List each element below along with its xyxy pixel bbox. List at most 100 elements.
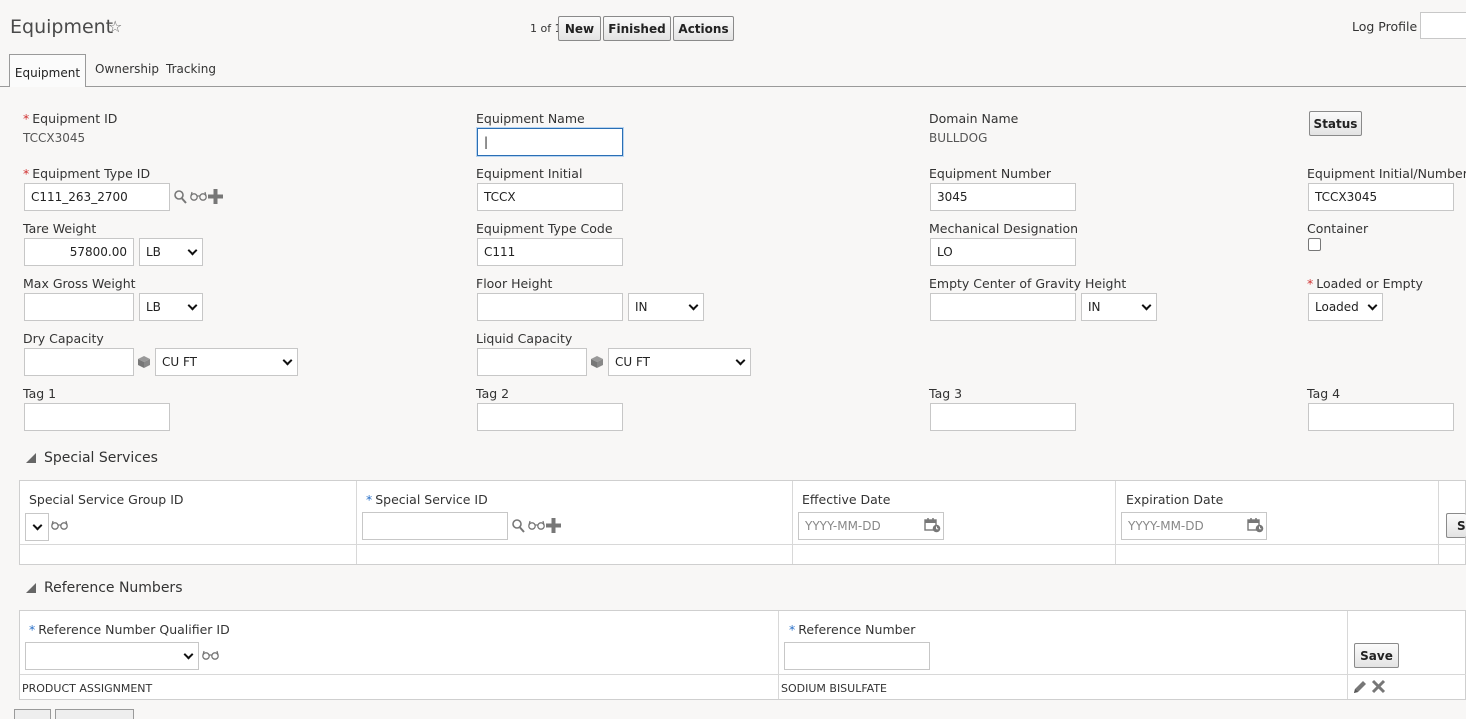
favorite-star-icon[interactable]: ☆ <box>108 17 122 36</box>
floor-height-unit-select[interactable]: IN <box>628 293 704 321</box>
max-gross-weight-label: Max Gross Weight <box>23 276 136 291</box>
liquid-capacity-input[interactable] <box>477 348 587 376</box>
cube-icon <box>137 355 151 372</box>
actions-button[interactable]: Actions <box>673 16 734 41</box>
col-effective-date: Effective Date <box>802 492 891 507</box>
reference-qualifier-select[interactable] <box>25 642 199 670</box>
status-button[interactable]: Status <box>1309 111 1362 136</box>
chevron-down-icon <box>688 300 699 310</box>
reference-numbers-toggle[interactable]: Reference Numbers <box>26 580 182 596</box>
view-glasses-icon[interactable] <box>51 519 68 534</box>
grid-divider <box>1347 611 1348 699</box>
equipment-type-code-input[interactable]: C111 <box>477 238 623 266</box>
search-icon[interactable] <box>174 190 187 207</box>
reference-number-input[interactable] <box>784 642 930 670</box>
grid-divider <box>792 481 793 564</box>
dry-capacity-unit-value: CU FT <box>162 355 197 369</box>
loaded-or-empty-value: Loaded <box>1315 300 1359 314</box>
reference-row-number: SODIUM BISULFATE <box>781 682 888 695</box>
max-gross-weight-unit-select[interactable]: LB <box>139 293 203 321</box>
max-gross-weight-unit-value: LB <box>146 300 161 314</box>
calendar-icon[interactable] <box>924 517 941 536</box>
dry-capacity-input[interactable] <box>24 348 134 376</box>
search-icon[interactable] <box>512 519 525 536</box>
tab-ownership[interactable]: Ownership <box>95 62 159 76</box>
collapse-triangle-icon <box>26 583 36 593</box>
col-reference-number-qualifier-id: * Reference Number Qualifier ID <box>29 622 230 637</box>
container-checkbox[interactable] <box>1308 238 1321 251</box>
tab-tracking[interactable]: Tracking <box>166 62 216 76</box>
reference-numbers-save-button[interactable]: Save <box>1354 643 1399 668</box>
dry-capacity-unit-select[interactable]: CU FT <box>155 348 298 376</box>
tare-weight-input[interactable]: 57800.00 <box>24 238 134 266</box>
chevron-down-icon <box>1367 300 1378 310</box>
cube-icon <box>590 355 604 372</box>
record-pager: 1 of 1 <box>530 22 562 35</box>
liquid-capacity-unit-value: CU FT <box>615 355 650 369</box>
log-profile-label: Log Profile <box>1352 19 1418 34</box>
grid-divider <box>20 674 1466 675</box>
special-service-id-input[interactable] <box>362 512 508 540</box>
tag4-label: Tag 4 <box>1307 386 1341 401</box>
max-gross-weight-input[interactable] <box>24 293 134 321</box>
special-service-group-select[interactable] <box>25 513 49 541</box>
floor-height-unit-value: IN <box>635 300 648 314</box>
special-services-save-button[interactable]: Sa <box>1446 513 1466 538</box>
floor-height-input[interactable] <box>477 293 623 321</box>
loaded-or-empty-select[interactable]: Loaded <box>1308 293 1383 321</box>
grid-divider <box>20 544 1466 545</box>
tag2-input[interactable] <box>477 403 623 431</box>
col-reference-number: * Reference Number <box>789 622 916 637</box>
edit-pencil-icon[interactable] <box>1352 679 1368 698</box>
equipment-initial-input[interactable]: TCCX <box>477 183 623 211</box>
tag1-label: Tag 1 <box>23 386 57 401</box>
view-glasses-icon[interactable] <box>202 649 219 664</box>
equipment-type-id-input[interactable]: C111_263_2700 <box>24 183 170 211</box>
tag1-input[interactable] <box>24 403 170 431</box>
tag2-label: Tag 2 <box>476 386 510 401</box>
tare-weight-unit-select[interactable]: LB <box>139 238 203 266</box>
effective-date-input[interactable]: YYYY-MM-DD <box>798 512 944 540</box>
mechanical-designation-input[interactable]: LO <box>930 238 1076 266</box>
new-button[interactable]: New <box>558 16 601 41</box>
equipment-number-label: Equipment Number <box>929 166 1052 181</box>
finished-button[interactable]: Finished <box>603 16 671 41</box>
add-icon[interactable] <box>208 189 223 207</box>
equipment-id-value: TCCX3045 <box>23 131 86 145</box>
view-glasses-icon[interactable] <box>528 519 545 534</box>
liquid-capacity-label: Liquid Capacity <box>476 331 573 346</box>
view-glasses-icon[interactable] <box>190 190 207 205</box>
tag3-input[interactable] <box>930 403 1076 431</box>
tag4-input[interactable] <box>1308 403 1454 431</box>
grid-divider <box>778 611 779 699</box>
equipment-name-input[interactable]: | <box>477 128 623 156</box>
equipment-type-id-label: * Equipment Type ID <box>23 166 151 181</box>
liquid-capacity-unit-select[interactable]: CU FT <box>608 348 751 376</box>
empty-cog-height-input[interactable] <box>930 293 1076 321</box>
bottom-button-partial[interactable] <box>55 709 134 719</box>
col-special-service-id: * Special Service ID <box>366 492 488 507</box>
effective-date-placeholder: YYYY-MM-DD <box>805 519 881 533</box>
delete-x-icon[interactable] <box>1371 679 1386 697</box>
domain-name-value: BULLDOG <box>929 131 988 145</box>
dry-capacity-label: Dry Capacity <box>23 331 104 346</box>
col-expiration-date: Expiration Date <box>1126 492 1224 507</box>
tab-equipment[interactable]: Equipment <box>9 54 86 87</box>
expiration-date-input[interactable]: YYYY-MM-DD <box>1121 512 1267 540</box>
special-services-toggle[interactable]: Special Services <box>26 450 158 466</box>
collapse-triangle-icon <box>26 453 36 463</box>
log-profile-input[interactable] <box>1420 12 1466 39</box>
chevron-down-icon <box>735 355 746 365</box>
reference-numbers-grid <box>19 610 1466 700</box>
chevron-down-icon <box>1141 300 1152 310</box>
equipment-number-input[interactable]: 3045 <box>930 183 1076 211</box>
tag3-label: Tag 3 <box>929 386 963 401</box>
grid-divider <box>1438 481 1439 564</box>
col-special-service-group-id: Special Service Group ID <box>29 492 184 507</box>
equipment-initial-number-input[interactable]: TCCX3045 <box>1308 183 1454 211</box>
empty-cog-height-unit-select[interactable]: IN <box>1081 293 1157 321</box>
calendar-icon[interactable] <box>1247 517 1264 536</box>
page-title: Equipment <box>10 16 114 38</box>
add-icon[interactable] <box>546 518 561 536</box>
bottom-button-partial[interactable] <box>14 709 51 719</box>
